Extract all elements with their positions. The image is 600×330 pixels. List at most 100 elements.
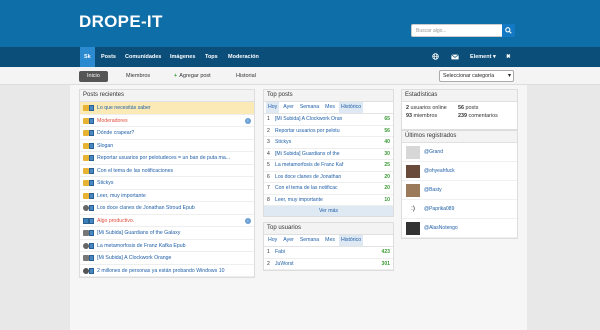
- list-item[interactable]: :) @Paprika089: [402, 200, 517, 219]
- category-icon: [89, 230, 94, 236]
- filter-historico[interactable]: Histórico: [338, 102, 364, 113]
- score-value: 301: [381, 260, 391, 267]
- list-item[interactable]: Con el tema de las notificaciones: [80, 165, 254, 177]
- avatar[interactable]: [406, 184, 420, 197]
- top-posts-list: 1 [Mi Subida] A Clockwork Oran 65 2 Reportar…: [264, 114, 393, 206]
- filter-hoy[interactable]: Hoy: [266, 235, 279, 246]
- tab-inicio[interactable]: Inicio: [79, 71, 108, 82]
- table-row[interactable]: 2 Reportar usuarios por pelotu 56: [264, 126, 393, 137]
- category-icon: [89, 180, 94, 186]
- top-users-list: 1 Fabi 423 2 JuWorst 301: [264, 247, 393, 270]
- filter-semana[interactable]: Semana: [298, 102, 321, 113]
- filter-mes[interactable]: Mes: [323, 102, 337, 113]
- category-select[interactable]: Seleccionar categoría ▾: [439, 70, 514, 82]
- score-value: 40: [384, 139, 390, 145]
- info-icon[interactable]: i: [245, 117, 251, 124]
- list-item[interactable]: @Basty: [402, 181, 517, 200]
- user-menu-label: Element: [470, 54, 492, 60]
- list-item[interactable]: @Grand: [402, 143, 517, 162]
- nav-item-posts[interactable]: Posts: [101, 47, 116, 67]
- post-title: Lo que necesitás saber: [97, 105, 151, 111]
- nav-item-tops[interactable]: Tops: [205, 47, 218, 67]
- chevron-down-icon: ▾: [507, 73, 511, 79]
- score-value: 423: [381, 249, 391, 255]
- nav-item-sk[interactable]: Sk: [80, 47, 95, 67]
- list-item[interactable]: @ohyeahfuck: [402, 162, 517, 181]
- list-item[interactable]: Algo productivo. i: [80, 215, 254, 227]
- table-row[interactable]: 1 [Mi Subida] A Clockwork Oran 65: [264, 114, 393, 126]
- list-item[interactable]: Slogan: [80, 140, 254, 152]
- mail-icon[interactable]: [451, 47, 459, 67]
- rank-number: 4: [267, 150, 270, 157]
- table-row[interactable]: 4 [Mi Subida] Guardians of the 30: [264, 149, 393, 160]
- see-more-button[interactable]: Ver más: [264, 206, 393, 216]
- nav-item-moderacion[interactable]: Moderación: [228, 47, 259, 67]
- category-icon: [89, 155, 94, 161]
- post-title: La metamorfosis de Franz Kaf: [275, 162, 344, 168]
- category-icon: [89, 142, 94, 149]
- site-logo[interactable]: DROPE-IT: [79, 12, 163, 32]
- tab-agregar-post[interactable]: + Agregar post: [174, 71, 211, 82]
- search-button[interactable]: [502, 24, 515, 37]
- post-title: [Mi Subida] Guardians of the Galaxy: [97, 230, 181, 236]
- table-row[interactable]: 2 JuWorst 301: [264, 259, 393, 270]
- category-icon: [89, 242, 94, 249]
- filter-hoy[interactable]: Hoy: [266, 102, 280, 113]
- filter-ayer[interactable]: Ayer: [281, 235, 296, 246]
- category-icon: [89, 217, 94, 224]
- filter-historico[interactable]: Histórico: [338, 235, 364, 246]
- globe-icon[interactable]: [432, 47, 439, 67]
- table-row[interactable]: 8 Leer, muy importante 10: [264, 195, 393, 206]
- table-row[interactable]: 6 Los doce clanes de Jonathan 20: [264, 172, 393, 183]
- list-item[interactable]: Lo que necesitás saber: [80, 102, 254, 115]
- user-link[interactable]: @Grand: [424, 149, 443, 155]
- list-item[interactable]: [Mi Subida] A Clockwork Orange: [80, 252, 254, 265]
- tops-column: Top posts Hoy Ayer Semana Mes Histórico 1 [Mi…: [263, 89, 394, 271]
- close-icon[interactable]: ✖: [506, 47, 511, 67]
- nav-item-comunidades[interactable]: Comunidades: [125, 47, 161, 67]
- list-item[interactable]: Los doce clanes de Jonathan Stroud Epub: [80, 202, 254, 215]
- filter-mes[interactable]: Mes: [323, 235, 337, 246]
- table-row[interactable]: 3 Stickys 40: [264, 137, 393, 149]
- user-link[interactable]: @ohyeahfuck: [424, 168, 455, 174]
- sub-nav: Inicio Miembros + Agregar post Historial …: [0, 67, 600, 85]
- stats-title: Estadísticas: [402, 90, 517, 102]
- nav-item-imagenes[interactable]: Imágenes: [170, 47, 195, 67]
- list-item[interactable]: Leer, muy importante: [80, 190, 254, 202]
- user-menu[interactable]: Element ▾: [470, 47, 496, 67]
- list-item[interactable]: @AlasNotengo: [402, 219, 517, 238]
- table-row[interactable]: 7 Con el tema de las notificac 20: [264, 183, 393, 195]
- list-item[interactable]: Stickys: [80, 177, 254, 190]
- user-link[interactable]: @Basty: [424, 187, 442, 193]
- user-link[interactable]: @AlasNotengo: [424, 225, 458, 231]
- registered-panel: Últimos registrados @Grand @ohyeahfuck @Ba…: [401, 130, 518, 239]
- list-item[interactable]: La metamorfosis de Franz Kafka Epub: [80, 240, 254, 252]
- avatar[interactable]: [406, 146, 420, 159]
- post-title: Los doce clanes de Jonathan: [275, 173, 342, 180]
- tab-miembros[interactable]: Miembros: [126, 71, 150, 82]
- filter-semana[interactable]: Semana: [298, 235, 321, 246]
- search-input[interactable]: Buscar algo...: [411, 24, 503, 37]
- avatar[interactable]: [406, 165, 420, 178]
- table-row[interactable]: 1 Fabi 423: [264, 247, 393, 259]
- list-item[interactable]: Reportar usuarios por pelotudeces = un b…: [80, 152, 254, 165]
- list-item[interactable]: Dónde crapear?: [80, 127, 254, 140]
- rank-number: 2: [267, 260, 270, 267]
- avatar[interactable]: :): [406, 203, 420, 216]
- stat-posts: 56 posts: [458, 105, 479, 111]
- tab-historial[interactable]: Historial: [236, 71, 256, 82]
- score-value: 56: [384, 127, 390, 134]
- avatar[interactable]: [406, 222, 420, 235]
- info-icon[interactable]: i: [245, 217, 251, 224]
- list-item[interactable]: [Mi Subida] Guardians of the Galaxy: [80, 227, 254, 240]
- post-title: Leer, muy importante: [275, 196, 323, 203]
- list-item[interactable]: Moderadores i: [80, 115, 254, 127]
- user-link[interactable]: @Paprika089: [424, 206, 454, 212]
- list-item[interactable]: 2 millones de personas ya están probando…: [80, 265, 254, 277]
- main-content: Posts recientes Lo que necesitás saber Mo…: [70, 85, 527, 330]
- filter-ayer[interactable]: Ayer: [281, 102, 296, 113]
- top-posts-filters: Hoy Ayer Semana Mes Histórico: [264, 102, 393, 114]
- post-title: Stickys: [275, 139, 292, 145]
- table-row[interactable]: 5 La metamorfosis de Franz Kaf 25: [264, 160, 393, 172]
- score-value: 30: [384, 150, 390, 157]
